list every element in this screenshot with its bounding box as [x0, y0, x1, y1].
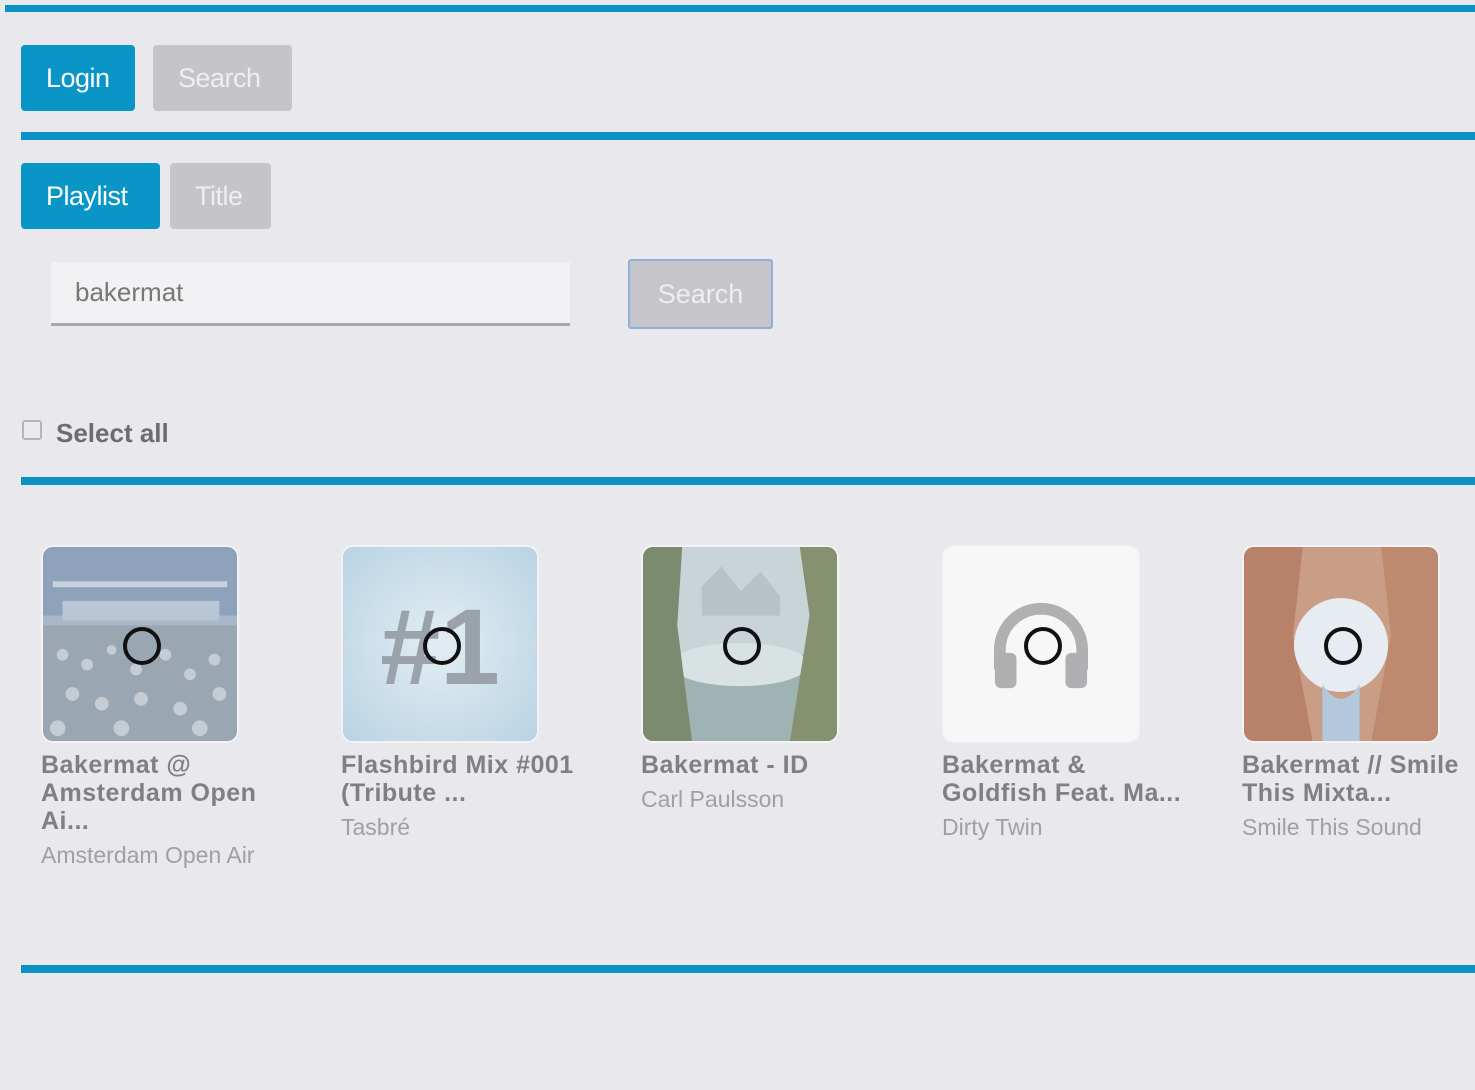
- search-tab[interactable]: Search: [153, 45, 292, 111]
- thumbnail-cliffs[interactable]: [641, 545, 839, 743]
- section-divider-2: [21, 477, 1475, 485]
- section-divider-3: [21, 965, 1475, 973]
- search-input[interactable]: [51, 262, 570, 326]
- play-icon[interactable]: [723, 627, 761, 665]
- thumbnail-canyon[interactable]: [1242, 545, 1440, 743]
- result-artist: Tasbré: [341, 814, 411, 840]
- result-title: Bakermat // Smile This Mixta...: [1242, 751, 1459, 807]
- select-all-checkbox[interactable]: [22, 419, 42, 440]
- play-icon[interactable]: [123, 627, 161, 665]
- top-divider: [5, 5, 1475, 12]
- result-card[interactable]: Bakermat // Smile This Mixta... Smile Th…: [1242, 545, 1475, 841]
- play-icon[interactable]: [1024, 627, 1062, 665]
- login-tab[interactable]: Login: [21, 45, 135, 111]
- thumbnail-number-one[interactable]: #1: [341, 545, 539, 743]
- thumbnail-crowd[interactable]: [41, 545, 239, 743]
- result-title: Bakermat - ID: [641, 751, 809, 779]
- select-all[interactable]: Select all: [22, 418, 169, 449]
- result-artist: Carl Paulsson: [641, 786, 785, 812]
- result-artist: Amsterdam Open Air: [41, 842, 255, 868]
- result-card[interactable]: #1 Flashbird Mix #001 (Tribute ... Tasbr…: [341, 545, 631, 841]
- select-all-label: Select all: [56, 418, 169, 448]
- result-title: Flashbird Mix #001 (Tribute ...: [341, 751, 574, 807]
- result-title: Bakermat @ Amsterdam Open Ai...: [41, 751, 257, 835]
- result-artist: Smile This Sound: [1242, 814, 1422, 840]
- result-card[interactable]: Bakermat @ Amsterdam Open Ai... Amsterda…: [41, 545, 331, 869]
- play-icon[interactable]: [423, 627, 461, 665]
- result-artist: Dirty Twin: [942, 814, 1043, 840]
- thumbnail-placeholder[interactable]: [942, 545, 1140, 743]
- section-divider-1: [21, 132, 1475, 140]
- result-card[interactable]: Bakermat - ID Carl Paulsson: [641, 545, 931, 813]
- playlist-tab[interactable]: Playlist: [21, 163, 160, 229]
- play-icon[interactable]: [1324, 627, 1362, 665]
- result-title: Bakermat & Goldfish Feat. Ma...: [942, 751, 1182, 807]
- result-card[interactable]: Bakermat & Goldfish Feat. Ma... Dirty Tw…: [942, 545, 1232, 841]
- search-button[interactable]: Search: [628, 259, 773, 329]
- title-tab[interactable]: Title: [170, 163, 271, 229]
